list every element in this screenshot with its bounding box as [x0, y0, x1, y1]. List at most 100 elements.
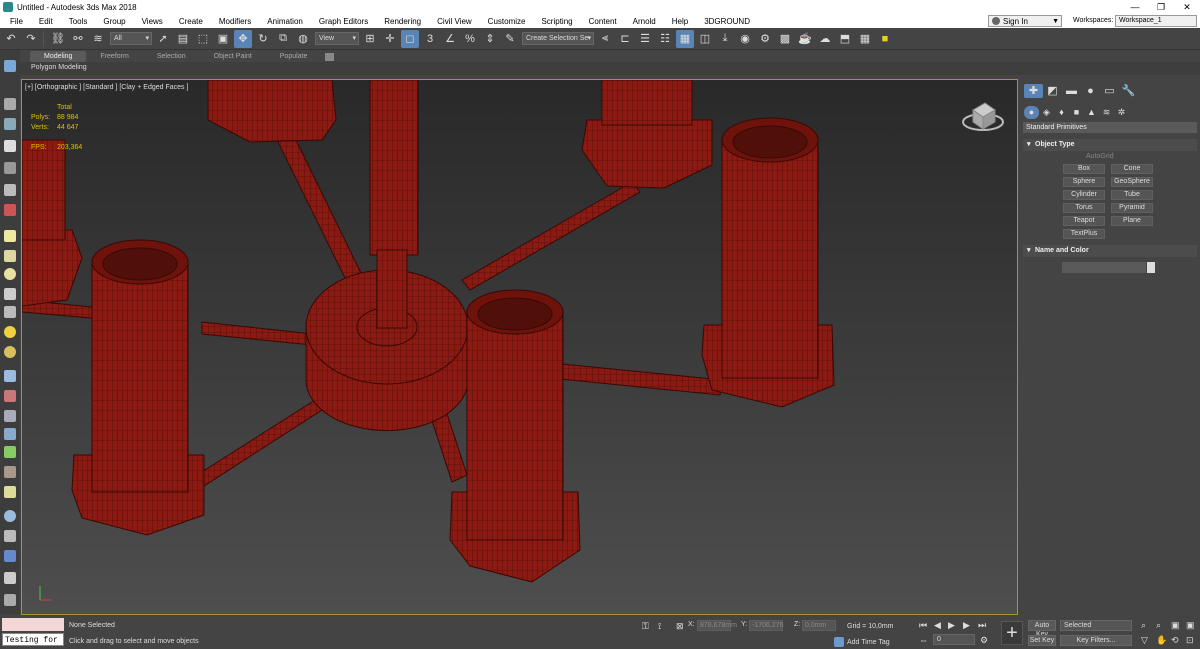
toggle-ribbon-icon[interactable]: ▦	[676, 29, 694, 48]
scatter-icon[interactable]	[4, 370, 16, 382]
edit-named-selection-icon[interactable]: ✎	[501, 30, 519, 48]
mirror-icon[interactable]: ⫷	[596, 30, 614, 48]
files-icon[interactable]	[4, 572, 16, 584]
minimize-icon[interactable]: —	[1122, 2, 1148, 13]
modify-tab-icon[interactable]: ◩	[1043, 84, 1062, 98]
systems-icon[interactable]: ✲	[1114, 106, 1129, 119]
curve-editor-icon[interactable]: ◫	[696, 30, 714, 48]
zoom-all-icon[interactable]: ⌕	[1156, 620, 1161, 631]
cylinder-button[interactable]: Cylinder	[1063, 190, 1105, 200]
redo-icon[interactable]: ↷	[22, 30, 40, 48]
hammer-icon[interactable]	[4, 466, 16, 478]
time-configuration-icon[interactable]: ⚙	[980, 635, 988, 646]
sphere-button[interactable]: Sphere	[1063, 177, 1105, 187]
rectangular-region-icon[interactable]: ⬚	[194, 30, 212, 48]
menu-animation[interactable]: Animation	[257, 17, 303, 26]
sign-in-button[interactable]: Sign In ▼	[988, 15, 1062, 27]
name-and-color-rollout[interactable]: Name and Color	[1023, 245, 1197, 257]
auto-key-button[interactable]: Auto Key	[1028, 620, 1056, 638]
toggle-scene-explorer-icon[interactable]: ☰	[636, 30, 654, 48]
absolute-mode-icon[interactable]: ⊠	[676, 621, 684, 632]
menu-modifiers[interactable]: Modifiers	[209, 17, 251, 26]
menu-file[interactable]: File	[0, 17, 23, 26]
select-rotate-icon[interactable]: ↻	[254, 30, 272, 48]
torus-button[interactable]: Torus	[1063, 203, 1105, 213]
shapes-icon[interactable]: ◈	[1039, 106, 1054, 119]
motion-tab-icon[interactable]: ●	[1081, 84, 1100, 98]
textplus-button[interactable]: TextPlus	[1063, 229, 1105, 239]
material-editor-icon[interactable]: ◉	[736, 30, 754, 48]
object-name-field[interactable]	[1062, 262, 1146, 273]
maxscript-listener-input[interactable]: Testing for :	[2, 633, 64, 646]
display-tab-icon[interactable]: ▭	[1100, 84, 1119, 98]
viewport-orthographic[interactable]: [+] [Orthographic ] [Standard ] [Clay + …	[21, 79, 1018, 615]
workspace-dropdown[interactable]: Workspace_1	[1115, 15, 1197, 27]
menu-graph-editors[interactable]: Graph Editors	[309, 17, 368, 26]
grid-icon[interactable]	[4, 288, 16, 300]
menu-3dground[interactable]: 3DGROUND	[694, 17, 750, 26]
tab-selection[interactable]: Selection	[143, 51, 200, 62]
cone-button[interactable]: Cone	[1111, 164, 1153, 174]
percent-snap-icon[interactable]: %	[461, 30, 479, 48]
cameras-icon[interactable]: ■	[1069, 106, 1084, 119]
x-coordinate-field[interactable]: 878,678mm	[697, 620, 737, 631]
ribbon-options-icon[interactable]	[325, 52, 335, 61]
tab-populate[interactable]: Populate	[266, 51, 322, 62]
space-warps-icon[interactable]: ≋	[1099, 106, 1114, 119]
z-coordinate-field[interactable]: 0,0mm	[802, 620, 836, 631]
select-object-icon[interactable]: ➚	[154, 30, 172, 48]
object-type-rollout[interactable]: Object Type	[1023, 139, 1197, 151]
cone-icon[interactable]	[4, 306, 16, 318]
key-mode-icon[interactable]: ⇔	[919, 635, 928, 645]
list-icon[interactable]	[4, 98, 16, 110]
hierarchy-tab-icon[interactable]: ▬	[1062, 84, 1081, 98]
scene-explorer-icon[interactable]	[4, 60, 16, 72]
named-selection-dropdown[interactable]: Create Selection Se	[522, 32, 594, 45]
maxscript-listener-top[interactable]	[2, 618, 64, 631]
dome-icon[interactable]	[4, 250, 16, 262]
menu-civil-view[interactable]: Civil View	[427, 17, 472, 26]
light-bulb-icon[interactable]	[4, 140, 16, 152]
sun-icon[interactable]	[4, 326, 16, 338]
reference-coordinate-dropdown[interactable]: View	[315, 32, 359, 45]
plane-button[interactable]: Plane	[1111, 216, 1153, 226]
sphere-icon[interactable]	[4, 268, 16, 280]
tab-modeling[interactable]: Modeling	[30, 51, 87, 62]
add-time-tag[interactable]: Add Time Tag	[847, 639, 890, 646]
keyboard-shortcut-override-icon[interactable]: ◻	[401, 29, 419, 48]
pivot-center-icon[interactable]: ⊞	[361, 30, 379, 48]
zoom-extents-all-icon[interactable]: ▣	[1186, 620, 1195, 631]
settings-icon[interactable]	[4, 530, 16, 542]
link-icon[interactable]: ⛓	[49, 30, 67, 48]
material-sphere-icon[interactable]	[4, 346, 16, 358]
tools-icon[interactable]	[4, 204, 16, 216]
selection-filter-dropdown[interactable]: All	[110, 32, 152, 45]
render-iterative-icon[interactable]: ☁	[816, 30, 834, 48]
menu-customize[interactable]: Customize	[478, 17, 526, 26]
menu-scripting[interactable]: Scripting	[531, 17, 572, 26]
play-icon[interactable]: ▶	[948, 620, 955, 631]
select-by-name-icon[interactable]: ▤	[174, 30, 192, 48]
create-tab-icon[interactable]: ✚	[1024, 84, 1043, 98]
unlink-icon[interactable]: ⚯	[69, 30, 87, 48]
helpers-icon[interactable]: ▲	[1084, 106, 1099, 119]
spinner-snap-icon[interactable]: ⇕	[481, 30, 499, 48]
schematic-view-icon[interactable]: ⤓	[716, 30, 734, 48]
globe-icon[interactable]	[4, 428, 16, 440]
close-icon[interactable]: ✕	[1174, 2, 1200, 13]
polygon-modeling-label[interactable]: Polygon Modeling	[31, 64, 87, 71]
teapot-button[interactable]: Teapot	[1063, 216, 1105, 226]
select-move-icon[interactable]: ✥	[234, 29, 252, 48]
pyramid-button[interactable]: Pyramid	[1111, 203, 1153, 213]
render-production-icon[interactable]: ☕	[796, 30, 814, 48]
toggle-icon[interactable]	[4, 550, 16, 562]
menu-edit[interactable]: Edit	[29, 17, 53, 26]
box-icon[interactable]	[4, 230, 16, 242]
key-mode-dropdown[interactable]: Selected	[1060, 620, 1132, 631]
tree-icon[interactable]	[4, 446, 16, 458]
toggle-layer-explorer-icon[interactable]: ☷	[656, 30, 674, 48]
set-key-button[interactable]: Set Key	[1028, 635, 1056, 646]
category-dropdown[interactable]: Standard Primitives	[1023, 122, 1197, 133]
snaps-toggle-icon[interactable]: 3	[421, 30, 439, 48]
go-to-end-icon[interactable]: ⏭	[978, 620, 986, 631]
